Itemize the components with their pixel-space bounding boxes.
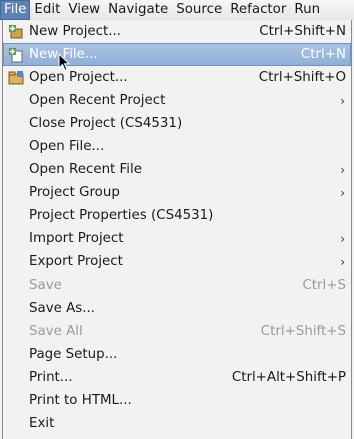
menu-item-label: Exit [29, 415, 55, 431]
menu-item-open-project[interactable]: Open Project... Ctrl+Shift+O [3, 66, 351, 89]
menu-navigate[interactable]: Navigate [104, 0, 172, 20]
menu-item-label: Save As... [29, 300, 96, 316]
menu-item-label: Open File... [29, 139, 105, 155]
submenu-arrow-icon: › [340, 231, 345, 246]
menu-item-label: New Project... [29, 24, 122, 40]
submenu-arrow-icon: › [340, 254, 345, 269]
menu-item-label: Print... [29, 369, 73, 385]
file-dropdown-menu: New Project... Ctrl+Shift+N New File... … [2, 20, 352, 439]
menu-item-save[interactable]: Save Ctrl+S [3, 274, 351, 297]
menu-item-close-project[interactable]: Close Project (CS4531) [3, 112, 351, 135]
menu-item-label: Close Project (CS4531) [29, 116, 183, 132]
menu-item-save-all[interactable]: Save All Ctrl+Shift+S [3, 320, 351, 343]
menu-item-print-to-html[interactable]: Print to HTML... [3, 389, 351, 412]
submenu-arrow-icon: › [340, 162, 345, 177]
menu-item-open-recent-project[interactable]: Open Recent Project › [3, 89, 351, 112]
open-project-icon [8, 71, 24, 85]
shortcut: Ctrl+Alt+Shift+P [231, 369, 346, 385]
shortcut: Ctrl+S [302, 277, 346, 293]
menu-item-label: Open Recent Project [29, 93, 166, 109]
menu-view[interactable]: View [64, 0, 104, 20]
new-project-icon [9, 25, 23, 39]
menu-item-label: Export Project [29, 254, 123, 270]
submenu-arrow-icon: › [340, 185, 345, 200]
menu-item-exit[interactable]: Exit [3, 412, 351, 435]
shortcut: Ctrl+Shift+O [258, 70, 346, 86]
menu-item-label: Import Project [29, 231, 124, 247]
shortcut: Ctrl+N [300, 47, 346, 63]
menu-bar: File Edit View Navigate Source Refactor … [0, 0, 354, 20]
menu-item-project-group[interactable]: Project Group › [3, 181, 351, 204]
menu-item-label: Open Project... [29, 70, 128, 86]
shortcut: Ctrl+Shift+N [259, 24, 346, 40]
menu-item-label: Open Recent File [29, 162, 142, 178]
menu-item-label: Save All [29, 323, 83, 339]
mouse-cursor-icon [58, 53, 71, 72]
menu-item-new-file[interactable]: New File... Ctrl+N [3, 43, 351, 67]
menu-refactor[interactable]: Refactor [226, 0, 290, 20]
menu-item-save-as[interactable]: Save As... [3, 297, 351, 320]
menu-source[interactable]: Source [172, 0, 226, 20]
menu-item-open-file[interactable]: Open File... [3, 135, 351, 158]
menu-run[interactable]: Run [290, 0, 324, 20]
menu-item-new-project[interactable]: New Project... Ctrl+Shift+N [3, 20, 351, 43]
menu-item-print[interactable]: Print... Ctrl+Alt+Shift+P [3, 366, 351, 389]
menu-item-page-setup[interactable]: Page Setup... [3, 343, 351, 366]
submenu-arrow-icon: › [340, 93, 345, 108]
menu-edit[interactable]: Edit [30, 0, 64, 20]
menu-item-import-project[interactable]: Import Project › [3, 227, 351, 250]
menu-item-open-recent-file[interactable]: Open Recent File › [3, 158, 351, 181]
menu-item-label: Print to HTML... [29, 392, 132, 408]
menu-item-label: Page Setup... [29, 346, 118, 362]
menu-item-project-properties[interactable]: Project Properties (CS4531) [3, 204, 351, 227]
menu-item-label: Project Group [29, 185, 120, 201]
menu-item-label: Save [29, 277, 62, 293]
shortcut: Ctrl+Shift+S [260, 323, 346, 339]
menu-file[interactable]: File [0, 0, 31, 20]
new-file-icon [9, 48, 23, 63]
menu-item-export-project[interactable]: Export Project › [3, 250, 351, 273]
menu-item-label: Project Properties (CS4531) [29, 208, 214, 224]
